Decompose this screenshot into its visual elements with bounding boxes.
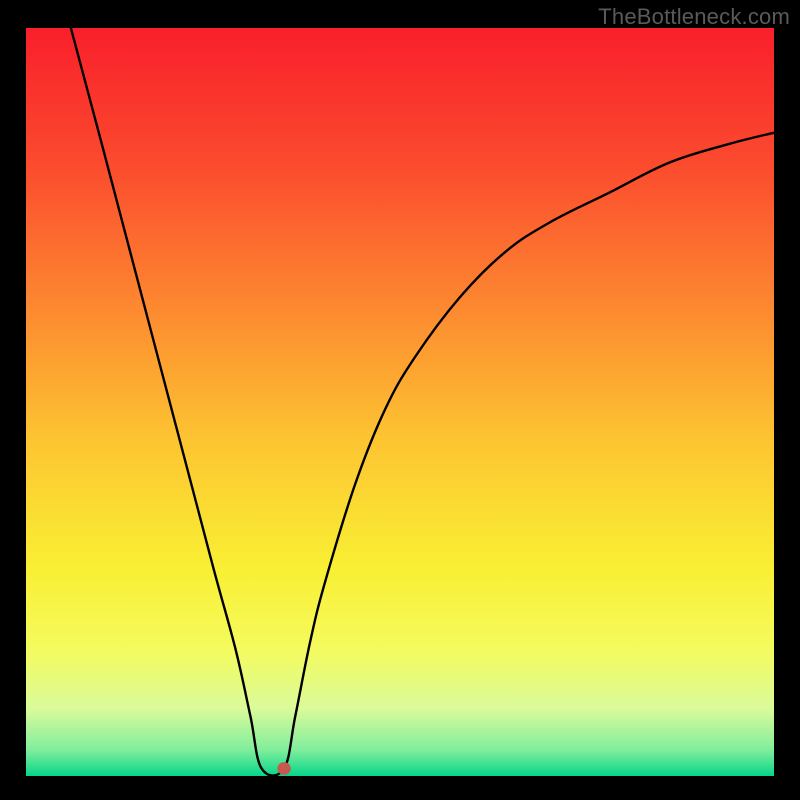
- gradient-backdrop: [26, 28, 774, 776]
- chart-frame: TheBottleneck.com: [0, 0, 800, 800]
- attribution-watermark: TheBottleneck.com: [598, 4, 790, 30]
- optimal-point-marker: [277, 762, 290, 775]
- chart-svg: [26, 28, 774, 776]
- plot-area: [26, 28, 774, 776]
